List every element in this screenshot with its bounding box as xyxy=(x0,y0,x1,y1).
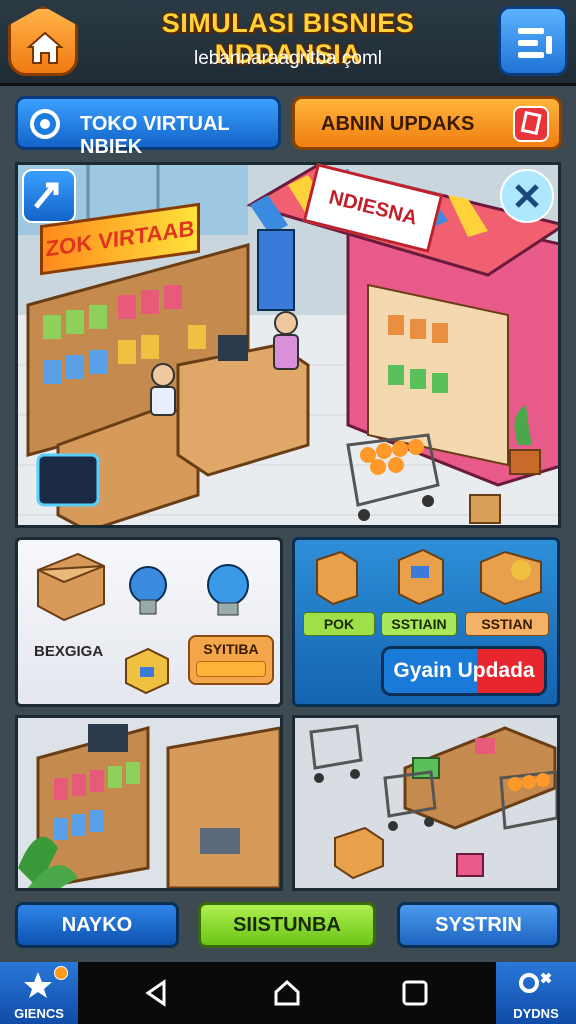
tab-system[interactable]: SYSTRIN xyxy=(397,902,560,948)
inventory-panel[interactable]: BEXGIGA SYITIBA xyxy=(15,537,283,707)
achievements-button[interactable]: GIENCS xyxy=(0,962,78,1024)
upgrade-items xyxy=(316,548,542,606)
lightbulb-icon xyxy=(207,564,249,606)
upgrade-tag-3[interactable]: SSTIAN xyxy=(465,612,549,636)
system-tag-label: SYITIBA xyxy=(203,641,259,657)
updates-label: ABNIN UPDAKS xyxy=(321,113,475,135)
menu-icon xyxy=(518,28,552,58)
system-navbar: GIENCS DYDNS xyxy=(0,962,576,1024)
home-nav-icon[interactable] xyxy=(272,978,302,1008)
tab-store[interactable]: NAYKO xyxy=(15,902,179,948)
options-icon xyxy=(519,972,552,993)
updates-button[interactable]: ABNIN UPDAKS xyxy=(292,96,562,150)
carts-illustration xyxy=(295,724,557,880)
share-button[interactable] xyxy=(22,169,76,223)
home-button[interactable] xyxy=(8,6,78,76)
virtual-store-label: TOKO VIRTUAL NBIEK xyxy=(80,113,230,158)
shelf-panel[interactable] xyxy=(15,715,283,891)
game-subtitle: lebannaraagritba çoml xyxy=(193,48,382,69)
close-button[interactable] xyxy=(500,169,554,223)
star-icon xyxy=(24,972,52,998)
shelf-illustration xyxy=(18,724,280,888)
achievements-label: GIENCS xyxy=(14,1006,64,1021)
options-button[interactable]: DYDNS xyxy=(496,962,576,1024)
carts-panel[interactable] xyxy=(292,715,560,891)
gear-icon xyxy=(30,109,60,139)
virtual-store-button[interactable]: TOKO VIRTUAL NBIEK xyxy=(15,96,281,158)
update-button[interactable]: Gyain Updada xyxy=(381,646,547,696)
lightbulb-icon xyxy=(129,566,167,604)
home-icon xyxy=(26,31,64,64)
upgrade-tag-2[interactable]: SSTIAIN xyxy=(381,612,457,636)
header-bar: SIMULASI BISNIES NDDANSIA lebannaraagrit… xyxy=(0,0,576,86)
menu-button[interactable] xyxy=(498,6,568,76)
close-icon xyxy=(515,184,539,208)
cards-icon xyxy=(513,106,549,142)
options-label: DYDNS xyxy=(513,1006,559,1021)
inventory-items xyxy=(37,552,249,622)
back-icon[interactable] xyxy=(142,978,172,1008)
inventory-label: BEXGIGA xyxy=(34,643,104,660)
recents-icon[interactable] xyxy=(400,978,430,1008)
notification-dot xyxy=(54,966,68,980)
tab-status[interactable]: SIISTUNBA xyxy=(198,902,376,948)
upgrade-tag-1[interactable]: POK xyxy=(303,612,375,636)
share-icon xyxy=(34,182,59,209)
system-tag-button[interactable]: SYITIBA xyxy=(188,635,274,685)
package-icon xyxy=(125,647,169,695)
game-screen: SIMULASI BISNIES NDDANSIA lebannaraagrit… xyxy=(0,0,576,1024)
upgrades-panel[interactable]: POK SSTIAIN SSTIAN Gyain Updada xyxy=(292,537,560,707)
system-tag-bar xyxy=(196,661,266,677)
